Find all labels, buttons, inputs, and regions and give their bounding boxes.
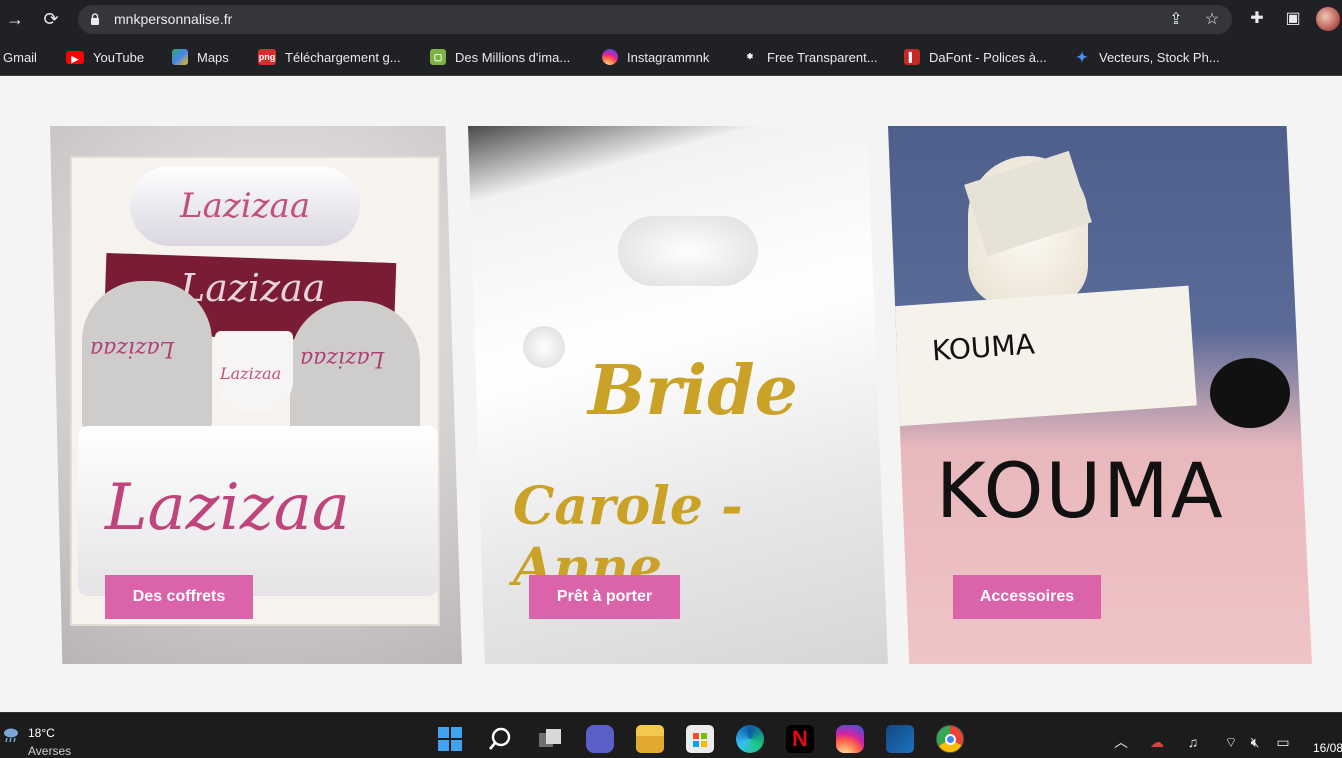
- embroidery-text: Lazizaa: [220, 364, 282, 383]
- bookmark-label: Gmail: [3, 49, 37, 65]
- bookmark-label: Free Transparent...: [767, 49, 878, 65]
- bookmark-gmail[interactable]: Gmail: [3, 48, 37, 66]
- accessoires-button[interactable]: Accessoires: [953, 575, 1101, 619]
- bookmark-label: Maps: [197, 49, 229, 65]
- bookmark-youtube[interactable]: ▶ YouTube: [66, 48, 144, 66]
- youtube-icon: ▶: [66, 50, 84, 64]
- weather-temperature[interactable]: 18°C: [28, 726, 55, 740]
- slipper-left: [82, 281, 212, 441]
- profile-avatar[interactable]: [1316, 7, 1340, 31]
- browser-toolbar: → ⟳ mnkpersonnalise.fr ⇪ ☆ ✚ ▣: [0, 0, 1342, 38]
- share-icon[interactable]: ⇪: [1166, 10, 1186, 30]
- satin-bow: [618, 216, 758, 286]
- free-transparent-icon: ✱: [746, 52, 754, 61]
- battery-icon[interactable]: ▭: [1274, 733, 1292, 751]
- category-card-pret-a-porter[interactable]: Bride Carole - Anne Prêt à porter: [468, 126, 888, 664]
- bookmark-dafont[interactable]: ▌ DaFont - Polices à...: [904, 48, 1047, 66]
- mouse-ears-decoration: [1210, 358, 1290, 428]
- bookmarks-bar: Gmail ▶ YouTube Maps png Téléchargement …: [0, 38, 1342, 76]
- weather-rain-icon[interactable]: [2, 727, 20, 743]
- embroidery-text: Lazizaa: [180, 266, 326, 310]
- headset-icon[interactable]: ♫: [1184, 733, 1202, 751]
- url-text[interactable]: mnkpersonnalise.fr: [114, 11, 232, 27]
- reload-icon[interactable]: ⟳: [40, 8, 62, 30]
- bookmark-label: YouTube: [93, 49, 145, 65]
- search-icon[interactable]: [486, 725, 514, 753]
- netflix-icon[interactable]: N: [786, 725, 814, 753]
- embroidery-text: Lazizaa: [300, 346, 385, 371]
- task-view-icon[interactable]: [536, 725, 564, 753]
- png-icon: png: [258, 49, 276, 65]
- page-content: Lazizaa Lazizaa Lazizaa Lazizaa Lazizaa …: [0, 77, 1342, 712]
- chevron-up-icon[interactable]: ︿: [1112, 733, 1130, 751]
- edge-browser-icon[interactable]: [736, 725, 764, 753]
- chrome-icon[interactable]: [936, 725, 964, 753]
- file-explorer-icon[interactable]: [636, 725, 664, 753]
- teams-chat-icon[interactable]: [586, 725, 614, 753]
- instagram-icon: [602, 49, 618, 65]
- bookmark-instagram[interactable]: Instagrammnk: [602, 48, 709, 66]
- embroidery-text: Lazizaa: [105, 471, 350, 545]
- embroidery-text: Bride: [588, 351, 798, 431]
- weather-description[interactable]: Averses: [28, 744, 71, 758]
- microsoft-store-icon[interactable]: [686, 725, 714, 753]
- embroidery-text: Lazizaa: [180, 186, 311, 226]
- des-coffrets-button[interactable]: Des coffrets: [105, 575, 253, 619]
- bookmark-des-millions[interactable]: ▢ Des Millions d'ima...: [430, 48, 570, 66]
- address-bar[interactable]: mnkpersonnalise.fr ⇪ ☆: [78, 5, 1232, 34]
- embroidery-text: Lazizaa: [90, 336, 175, 361]
- instagram-app-icon[interactable]: [836, 725, 864, 753]
- pret-a-porter-button[interactable]: Prêt à porter: [529, 575, 680, 619]
- bookmark-label: Vecteurs, Stock Ph...: [1099, 49, 1220, 65]
- bookmark-maps[interactable]: Maps: [172, 48, 229, 66]
- forward-arrow-icon[interactable]: →: [4, 8, 26, 30]
- onedrive-sync-icon[interactable]: ☁: [1148, 733, 1166, 751]
- image-bank-icon: ▢: [430, 49, 446, 65]
- bookmark-label: Instagrammnk: [627, 49, 710, 65]
- bookmark-label: DaFont - Polices à...: [929, 49, 1047, 65]
- side-panel-icon[interactable]: ▣: [1282, 8, 1304, 30]
- bookmark-vecteurs[interactable]: ✦ Vecteurs, Stock Ph...: [1074, 48, 1220, 66]
- satin-rose: [523, 326, 565, 368]
- windows-taskbar: 18°C Averses N ︿ ☁ ♫ ⌔ 🔇︎ ▭ 16/08: [0, 712, 1342, 758]
- windows-start-icon[interactable]: [436, 725, 464, 753]
- category-card-accessoires[interactable]: KOUMA KOUMA Accessoires: [888, 126, 1312, 664]
- bookmark-free-transparent[interactable]: ✱ Free Transparent...: [742, 48, 878, 66]
- extensions-icon[interactable]: ✚: [1246, 8, 1268, 30]
- star-bookmark-icon[interactable]: ☆: [1202, 10, 1222, 30]
- affinity-designer-icon[interactable]: [886, 725, 914, 753]
- bookmark-label: Téléchargement g...: [285, 49, 401, 65]
- volume-muted-icon[interactable]: 🔇︎: [1246, 733, 1264, 751]
- category-card-coffrets[interactable]: Lazizaa Lazizaa Lazizaa Lazizaa Lazizaa …: [50, 126, 462, 664]
- vector-stock-icon: ✦: [1076, 49, 1088, 65]
- bookmark-telechargement[interactable]: png Téléchargement g...: [258, 48, 401, 66]
- clock-date[interactable]: 16/08: [1313, 741, 1342, 755]
- embroidery-text: KOUMA: [936, 446, 1225, 535]
- wifi-icon[interactable]: ⌔: [1222, 733, 1240, 751]
- bookmark-label: Des Millions d'ima...: [455, 49, 571, 65]
- maps-icon: [172, 49, 188, 65]
- lock-icon: [91, 13, 99, 25]
- dafont-icon: ▌: [904, 49, 920, 65]
